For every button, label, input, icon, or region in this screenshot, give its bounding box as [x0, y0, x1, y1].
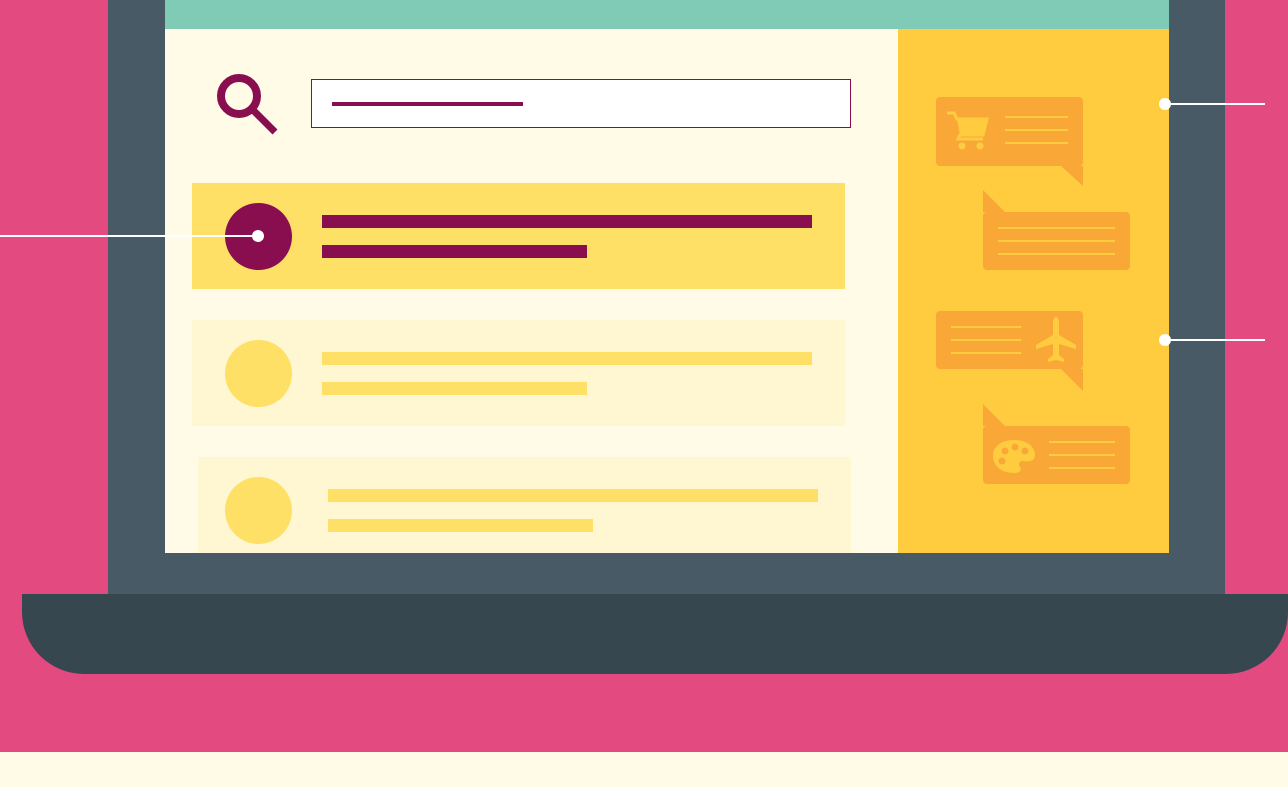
callout-dot-sidebar-top	[1159, 98, 1171, 110]
callout-dot-result	[252, 230, 264, 242]
callout-dot-sidebar-bottom	[1159, 334, 1171, 346]
illustration-scene	[0, 0, 1288, 787]
callout-lines	[0, 98, 1265, 346]
